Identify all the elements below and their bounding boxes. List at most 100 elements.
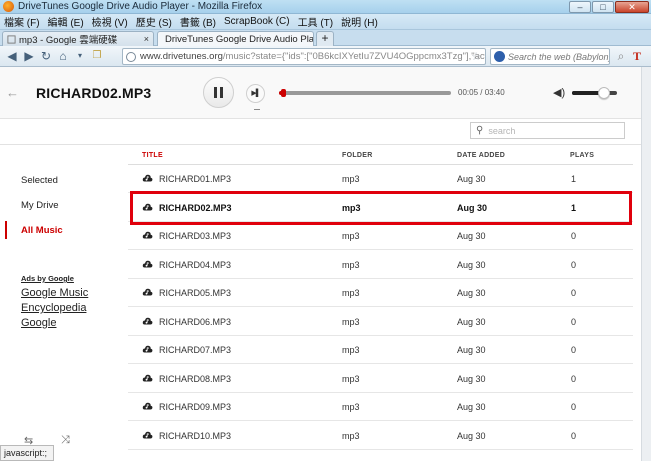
maximize-button[interactable]: □ — [592, 1, 614, 13]
table-row[interactable]: RICHARD08.MP3 mp3 Aug 30 0 — [128, 365, 633, 393]
menu-file[interactable]: 檔案 (F) — [4, 14, 40, 29]
menu-scrapbook[interactable]: ScrapBook (C) — [224, 16, 290, 27]
track-folder: mp3 — [342, 231, 360, 241]
window-title: DriveTunes Google Drive Audio Player - M… — [18, 1, 263, 12]
dropdown-arrow-icon[interactable]: ▾ — [72, 48, 88, 64]
table-row[interactable]: RICHARD04.MP3 mp3 Aug 30 0 — [128, 251, 633, 279]
track-date-added: Aug 30 — [457, 316, 486, 327]
menu-help[interactable]: 說明 (H) — [341, 14, 378, 29]
table-row[interactable]: RICHARD07.MP3 mp3 Aug 30 0 — [128, 336, 633, 364]
track-plays: 0 — [571, 288, 577, 298]
table-header: TITLE FOLDER DATE ADDED PLAYS — [128, 145, 633, 165]
back-arrow-icon[interactable]: ← — [6, 85, 19, 100]
cloud-music-icon — [142, 317, 153, 324]
track-title[interactable]: RICHARD10.MP3 — [159, 422, 231, 450]
track-plays: 0 — [571, 430, 577, 441]
progress-track[interactable] — [279, 89, 451, 97]
track-title[interactable]: RICHARD03.MP3 — [159, 222, 231, 250]
playback-time: 00:05 / 03:40 — [458, 88, 505, 97]
track-plays: 0 — [571, 316, 577, 327]
menu-bookmarks[interactable]: 書籤 (B) — [180, 14, 216, 29]
shuffle-icon[interactable]: ⤨ — [61, 434, 70, 447]
tab-close-icon[interactable]: × — [140, 34, 149, 44]
track-title[interactable]: RICHARD07.MP3 — [159, 336, 231, 364]
track-date-added: Aug 30 — [457, 288, 486, 298]
table-row[interactable]: RICHARD02.MP3 mp3 Aug 30 1 — [128, 194, 633, 222]
track-title[interactable]: RICHARD04.MP3 — [159, 251, 231, 279]
web-search-bar[interactable]: Search the web (Babylon) — [490, 48, 610, 65]
table-row[interactable]: RICHARD03.MP3 mp3 Aug 30 0 — [128, 222, 633, 250]
track-folder: mp3 — [342, 430, 360, 441]
new-tab-button[interactable]: + — [316, 31, 334, 46]
tab-google-drive[interactable]: mp3 - Google 雲端硬碟 × — [2, 31, 154, 46]
menu-history[interactable]: 歷史 (S) — [136, 14, 172, 29]
column-header-date-added[interactable]: DATE ADDED — [457, 152, 505, 159]
bookmark-star-icon[interactable]: ☆ — [471, 50, 481, 63]
close-window-button[interactable]: ✕ — [615, 1, 649, 13]
cloud-music-icon — [142, 203, 153, 210]
firefox-logo-icon — [3, 1, 14, 12]
minimize-button[interactable]: – — [569, 1, 591, 13]
scrapbook-icon[interactable]: ❒ — [89, 48, 105, 64]
track-title[interactable]: RICHARD06.MP3 — [159, 308, 231, 336]
forward-arrow-icon[interactable]: ▶ — [21, 48, 37, 64]
cloud-music-icon — [142, 174, 153, 182]
tab-bar: mp3 - Google 雲端硬碟 × DriveTunes Google Dr… — [0, 30, 651, 46]
ad-link-google[interactable]: Google — [21, 317, 56, 329]
column-header-title[interactable]: TITLE — [142, 152, 163, 159]
track-title[interactable]: RICHARD09.MP3 — [159, 393, 231, 421]
table-row[interactable]: RICHARD05.MP3 mp3 Aug 30 0 — [128, 279, 633, 307]
sidebar-item-all-music[interactable]: All Music — [5, 221, 105, 239]
sidebar-item-my-drive[interactable]: My Drive — [5, 196, 105, 214]
progress-handle[interactable] — [280, 89, 286, 97]
next-track-button[interactable]: ▶▌ — [246, 84, 265, 103]
ad-link-encyclopedia[interactable]: Encyclopedia — [21, 302, 86, 314]
scrollbar[interactable] — [641, 67, 651, 461]
ad-link-google-music[interactable]: Google Music — [21, 287, 88, 299]
track-plays: 0 — [571, 373, 577, 384]
sidebar-item-selected[interactable]: Selected — [5, 171, 105, 189]
globe-icon — [126, 51, 136, 62]
cloud-music-icon — [142, 374, 153, 381]
volume-slider[interactable] — [572, 87, 617, 99]
track-folder: mp3 — [342, 288, 360, 298]
column-header-folder[interactable]: FOLDER — [342, 152, 373, 159]
tab-label: DriveTunes Google Drive Audio Pla... — [165, 33, 314, 45]
search-input[interactable] — [488, 125, 614, 136]
tab-drivetunes[interactable]: DriveTunes Google Drive Audio Pla... × — [157, 31, 314, 46]
now-playing-title: RICHARD02.MP3 — [36, 85, 152, 101]
pause-button[interactable] — [203, 77, 234, 108]
track-date-added: Aug 30 — [457, 430, 486, 441]
search-magnifier-icon[interactable]: ⌕ — [614, 49, 628, 63]
track-folder: mp3 — [342, 259, 360, 270]
column-header-plays[interactable]: PLAYS — [570, 152, 594, 159]
table-row[interactable]: RICHARD10.MP3 mp3 Aug 30 0 — [128, 422, 633, 450]
menu-edit[interactable]: 編輯 (E) — [48, 14, 84, 29]
cloud-music-icon — [142, 345, 153, 353]
track-title[interactable]: RICHARD08.MP3 — [159, 365, 231, 393]
reload-icon[interactable]: ↻ — [38, 48, 54, 64]
cloud-music-icon — [142, 288, 153, 296]
search-engine-icon[interactable] — [494, 51, 505, 62]
track-title[interactable]: RICHARD01.MP3 — [159, 165, 231, 193]
home-icon[interactable]: ⌂ — [55, 48, 71, 64]
table-row[interactable]: RICHARD06.MP3 mp3 Aug 30 0 — [128, 308, 633, 336]
menu-tools[interactable]: 工具 (T) — [298, 14, 334, 29]
volume-handle[interactable] — [597, 87, 610, 99]
url-bar[interactable]: www.drivetunes.org/music?state={"ids":["… — [122, 48, 486, 65]
track-date-added: Aug 30 — [457, 259, 486, 270]
volume-icon[interactable]: ◀) — [553, 86, 565, 99]
music-search-box[interactable]: ⚲ — [470, 122, 625, 139]
table-row[interactable]: RICHARD01.MP3 mp3 Aug 30 1 — [128, 165, 633, 193]
track-title[interactable]: RICHARD05.MP3 — [159, 279, 231, 307]
next-indicator — [254, 109, 260, 110]
track-title[interactable]: RICHARD02.MP3 — [159, 194, 232, 222]
drivetunes-app: ← RICHARD02.MP3 ▶▌ 00:05 / 03:40 ◀) ⚲ Se… — [0, 67, 641, 450]
back-arrow-icon[interactable]: ◀ — [4, 48, 20, 64]
addon-t-icon[interactable]: T — [630, 49, 644, 63]
track-plays: 0 — [571, 345, 577, 355]
player-bar: ← RICHARD02.MP3 ▶▌ 00:05 / 03:40 ◀) — [0, 67, 641, 119]
menu-view[interactable]: 檢視 (V) — [92, 14, 128, 29]
table-row[interactable]: RICHARD09.MP3 mp3 Aug 30 0 — [128, 393, 633, 421]
window-titlebar: DriveTunes Google Drive Audio Player - M… — [0, 0, 651, 14]
